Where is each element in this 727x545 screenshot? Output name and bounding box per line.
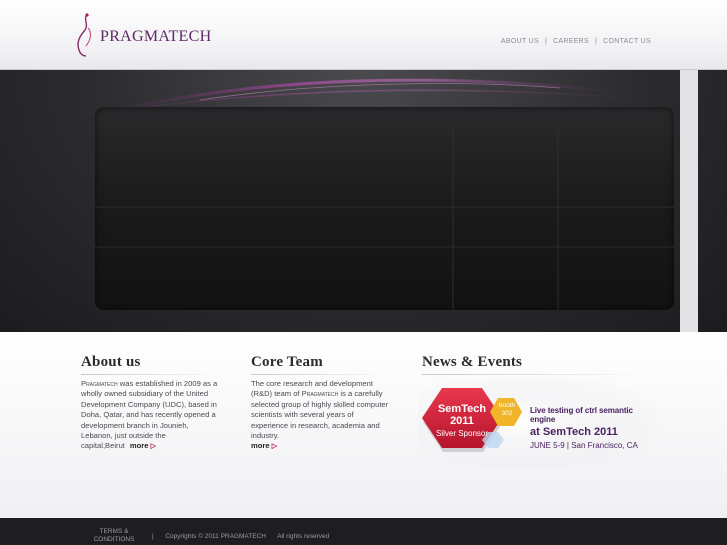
- news-text: Live testing of ctrl semantic engine at …: [530, 406, 658, 450]
- team-company-name: Pragmatech: [301, 389, 339, 399]
- news-divider: [422, 374, 650, 375]
- news-event: at SemTech 2011: [530, 426, 618, 438]
- nav-separator: |: [595, 38, 598, 45]
- team-divider: [251, 374, 391, 375]
- site-header: PRAGMATECH ABOUT US | CAREERS | CONTACT …: [0, 0, 727, 70]
- news-title: News & Events: [422, 354, 523, 370]
- team-more-label: more: [251, 441, 270, 451]
- about-more-link[interactable]: more ▷: [130, 441, 156, 450]
- site-footer: TERMS & CONDITIONS | Copyrights © 2011 P…: [0, 518, 727, 545]
- terms-link[interactable]: TERMS & CONDITIONS: [86, 528, 142, 544]
- about-body: was established in 2009 as a wholly owne…: [81, 379, 218, 451]
- about-title: About us: [81, 354, 141, 370]
- booth-number: 302: [501, 410, 513, 417]
- side-scroll-strip: [680, 70, 698, 341]
- footer-copyright: | Copyrights © 2011 PRAGMATECH All right…: [152, 533, 329, 540]
- panel-grid-lines: [95, 127, 674, 310]
- news-item-semtech[interactable]: SemTech 2011 Silver Sponsor booth 302 Li…: [418, 378, 658, 468]
- play-arrow-icon: ▷: [150, 443, 156, 451]
- about-text: Pragmatech was established in 2009 as a …: [81, 379, 221, 453]
- content-columns: About us Pragmatech was established in 2…: [0, 332, 727, 518]
- about-company-name: Pragmatech: [81, 379, 118, 388]
- team-title: Core Team: [251, 354, 323, 370]
- nav-separator: |: [544, 38, 548, 45]
- news-details: JUNE 5-9 | San Francisco, CA: [530, 441, 638, 450]
- booth-label: booth: [498, 402, 516, 409]
- nav-contact-us[interactable]: CONTACT US: [603, 38, 651, 45]
- news-headline: Live testing of ctrl semantic engine: [530, 406, 633, 424]
- team-text: The core research and development (R&D) …: [251, 379, 391, 453]
- rights-text: All rights reserved: [277, 533, 330, 540]
- badge-line-3: Silver Sponsor: [435, 429, 489, 438]
- footer-separator: |: [152, 533, 154, 540]
- team-more-link[interactable]: more ▷: [251, 441, 277, 450]
- logo-text: PRAGMATECH: [100, 28, 212, 45]
- about-divider: [81, 374, 221, 375]
- nav-about-us[interactable]: ABOUT US: [501, 38, 539, 45]
- top-nav: ABOUT US | CAREERS | CONTACT US: [501, 38, 651, 45]
- copyright-text: Copyrights © 2011 PRAGMATECH: [165, 533, 266, 540]
- nav-careers[interactable]: CAREERS: [553, 38, 589, 45]
- banner-slideshow-panel: [95, 107, 674, 310]
- play-arrow-icon: ▷: [271, 443, 278, 451]
- booth-badge: booth 302: [494, 402, 520, 418]
- about-more-label: more: [129, 441, 149, 451]
- badge-line-2: 2011: [450, 415, 474, 427]
- logo[interactable]: PRAGMATECH: [74, 12, 211, 58]
- hero-banner: [0, 70, 727, 332]
- badge-line-1: SemTech: [437, 403, 487, 415]
- logo-swirl-icon: [77, 13, 91, 57]
- semtech-badge: SemTech 2011 Silver Sponsor: [424, 403, 500, 438]
